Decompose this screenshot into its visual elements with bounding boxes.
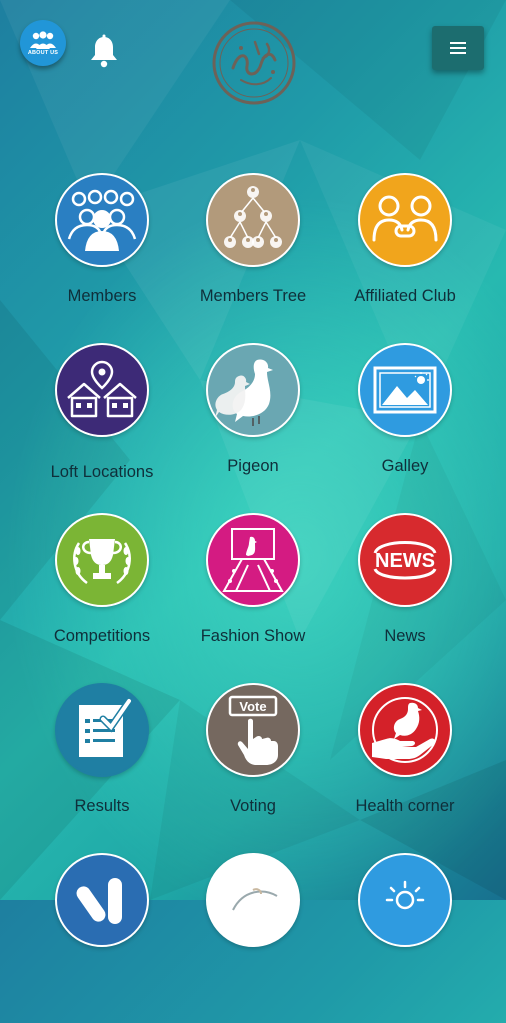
voting-icon: Vote [228,695,278,765]
gallery-icon [373,366,437,414]
members-tree-label: Members Tree [199,287,307,305]
members-tree-circle [206,173,300,267]
vote-badge-text: Vote [239,699,266,714]
pigeon-label: Pigeon [227,457,279,475]
pigeon-tile[interactable]: Pigeon [173,343,333,513]
affiliated-club-tile[interactable]: Affiliated Club [325,173,485,343]
members-tree-tile[interactable]: Members Tree [173,173,333,343]
health-corner-circle [358,683,452,777]
news-label: News [384,627,426,645]
competitions-label: Competitions [53,627,151,645]
fashion-show-icon [222,528,284,592]
pigeon-icon [215,359,273,426]
results-label: Results [74,797,130,815]
affiliated-club-circle [358,173,452,267]
menu-grid: Members Members Tree Affiliated Club Lof… [0,0,506,947]
members-label: Members [67,287,137,305]
partial-tile-2[interactable] [173,853,333,1023]
voting-label: Voting [230,797,276,815]
affiliated-club-label: Affiliated Club [354,287,456,305]
partial-circle-3 [358,853,452,947]
news-circle: NEWS [358,513,452,607]
partial-icon-1 [76,878,122,924]
partial-circle-2 [206,853,300,947]
galley-label: Galley [381,457,429,475]
fashion-show-tile[interactable]: Fashion Show [173,513,333,683]
news-tile[interactable]: NEWS News [325,513,485,683]
health-corner-tile[interactable]: Health corner [325,683,485,853]
competitions-circle [55,513,149,607]
results-checklist-icon [79,697,133,757]
competitions-tile[interactable]: Competitions [22,513,182,683]
sun-weather-icon [385,880,425,910]
fashion-show-label: Fashion Show [200,627,306,645]
members-tree-icon [224,186,282,248]
galley-tile[interactable]: Galley [325,343,485,513]
health-corner-label: Health corner [355,797,455,815]
partial-circle-1 [55,853,149,947]
partial-icon-2 [232,888,278,911]
affiliated-club-icon [372,195,438,242]
members-group-icon [67,189,137,251]
news-icon: NEWS [373,541,437,580]
partial-tile-3[interactable] [325,853,485,1023]
voting-circle: Vote [206,683,300,777]
loft-locations-icon [67,360,137,418]
fashion-show-circle [206,513,300,607]
loft-locations-tile[interactable]: Loft Locations [22,343,182,513]
trophy-icon [73,539,131,585]
results-tile[interactable]: Results [22,683,182,853]
members-tile[interactable]: Members [22,173,182,343]
news-badge-text: NEWS [375,550,435,572]
health-corner-icon [372,697,438,763]
pigeon-circle [206,343,300,437]
voting-tile[interactable]: Vote Voting [173,683,333,853]
loft-locations-circle [55,343,149,437]
results-circle [55,683,149,777]
loft-locations-label: Loft Locations [50,463,154,481]
partial-tile-1[interactable] [22,853,182,1023]
members-circle [55,173,149,267]
galley-circle [358,343,452,437]
